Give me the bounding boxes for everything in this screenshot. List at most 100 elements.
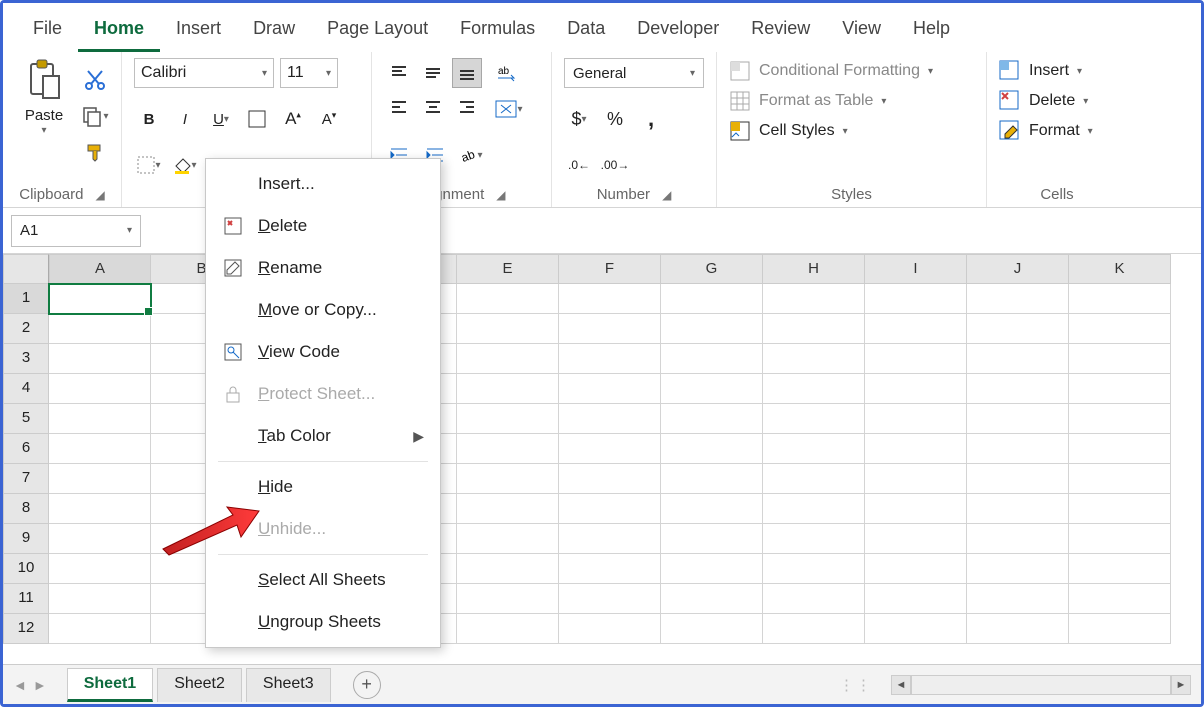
- cell[interactable]: [457, 374, 559, 404]
- bold-button[interactable]: B: [134, 104, 164, 134]
- column-header[interactable]: G: [661, 254, 763, 284]
- cell[interactable]: [763, 554, 865, 584]
- cell[interactable]: [865, 614, 967, 644]
- cell[interactable]: [967, 554, 1069, 584]
- insert-cells-button[interactable]: Insert▾: [999, 60, 1093, 82]
- row-header[interactable]: 6: [3, 434, 49, 464]
- column-header[interactable]: E: [457, 254, 559, 284]
- row-header[interactable]: 5: [3, 404, 49, 434]
- cell[interactable]: [1069, 494, 1171, 524]
- borders-button[interactable]: ▾: [134, 150, 164, 180]
- cell[interactable]: [49, 584, 151, 614]
- column-header[interactable]: A: [49, 254, 151, 284]
- cell[interactable]: [457, 404, 559, 434]
- dialog-launcher-icon[interactable]: ◢: [662, 188, 671, 202]
- cell[interactable]: [559, 344, 661, 374]
- row-header[interactable]: 9: [3, 524, 49, 554]
- cell[interactable]: [49, 284, 151, 314]
- tab-insert[interactable]: Insert: [160, 11, 237, 52]
- number-format-select[interactable]: General▾: [564, 58, 704, 88]
- ctx-move-copy[interactable]: Move or Copy...: [206, 289, 440, 331]
- cell[interactable]: [763, 464, 865, 494]
- row-header[interactable]: 10: [3, 554, 49, 584]
- cell[interactable]: [967, 284, 1069, 314]
- cell[interactable]: [1069, 344, 1171, 374]
- column-header[interactable]: H: [763, 254, 865, 284]
- decrease-font-button[interactable]: A▾: [314, 104, 344, 134]
- delete-cells-button[interactable]: Delete▾: [999, 90, 1093, 112]
- select-all-corner[interactable]: [3, 254, 49, 284]
- cell[interactable]: [661, 404, 763, 434]
- cell[interactable]: [661, 584, 763, 614]
- cell[interactable]: [1069, 584, 1171, 614]
- cell[interactable]: [49, 464, 151, 494]
- cell[interactable]: [661, 374, 763, 404]
- tab-review[interactable]: Review: [735, 11, 826, 52]
- fill-color-button[interactable]: ▾: [170, 150, 200, 180]
- spreadsheet-grid[interactable]: ABCDEFGHIJK 123456789101112: [3, 254, 1201, 644]
- tab-home[interactable]: Home: [78, 11, 160, 52]
- align-right-button[interactable]: [452, 92, 482, 122]
- percent-button[interactable]: %: [600, 104, 630, 134]
- cell[interactable]: [1069, 464, 1171, 494]
- align-bottom-button[interactable]: [452, 58, 482, 88]
- cut-button[interactable]: [81, 66, 109, 94]
- cell[interactable]: [865, 494, 967, 524]
- ctx-tab-color[interactable]: Tab Color ▶: [206, 415, 440, 457]
- decrease-decimal-button[interactable]: .00→: [600, 150, 630, 180]
- cell[interactable]: [559, 464, 661, 494]
- ctx-ungroup[interactable]: Ungroup Sheets: [206, 601, 440, 643]
- row-header[interactable]: 7: [3, 464, 49, 494]
- tab-file[interactable]: File: [17, 11, 78, 52]
- cell[interactable]: [457, 314, 559, 344]
- cell[interactable]: [661, 314, 763, 344]
- font-name-select[interactable]: Calibri▾: [134, 58, 274, 88]
- cell[interactable]: [763, 584, 865, 614]
- cell[interactable]: [865, 344, 967, 374]
- row-header[interactable]: 2: [3, 314, 49, 344]
- cell[interactable]: [967, 584, 1069, 614]
- format-painter-button[interactable]: [81, 138, 109, 166]
- cell[interactable]: [49, 614, 151, 644]
- cell[interactable]: [1069, 554, 1171, 584]
- cell[interactable]: [661, 284, 763, 314]
- dialog-launcher-icon[interactable]: ◢: [95, 188, 104, 202]
- sheet-tab-3[interactable]: Sheet3: [246, 668, 331, 702]
- cell[interactable]: [661, 554, 763, 584]
- cell[interactable]: [865, 584, 967, 614]
- increase-font-button[interactable]: A▴: [278, 104, 308, 134]
- cell[interactable]: [559, 284, 661, 314]
- align-left-button[interactable]: [384, 92, 414, 122]
- cell[interactable]: [559, 554, 661, 584]
- increase-decimal-button[interactable]: .0←: [564, 150, 594, 180]
- align-top-button[interactable]: [384, 58, 414, 88]
- splitter-handle[interactable]: ⋮⋮: [839, 676, 873, 694]
- cell[interactable]: [967, 404, 1069, 434]
- cell[interactable]: [457, 614, 559, 644]
- border-button[interactable]: [242, 104, 272, 134]
- format-cells-button[interactable]: Format▾: [999, 120, 1093, 142]
- cell[interactable]: [49, 524, 151, 554]
- sheet-nav-next[interactable]: ►: [33, 677, 47, 693]
- cell[interactable]: [457, 434, 559, 464]
- merge-button[interactable]: ▾: [494, 94, 524, 124]
- tab-data[interactable]: Data: [551, 11, 621, 52]
- comma-button[interactable]: ,: [636, 104, 666, 134]
- row-header[interactable]: 11: [3, 584, 49, 614]
- cell[interactable]: [1069, 524, 1171, 554]
- sheet-tab-1[interactable]: Sheet1: [67, 668, 153, 702]
- cell[interactable]: [49, 374, 151, 404]
- cell[interactable]: [49, 434, 151, 464]
- tab-draw[interactable]: Draw: [237, 11, 311, 52]
- cell[interactable]: [1069, 314, 1171, 344]
- tab-help[interactable]: Help: [897, 11, 966, 52]
- cell[interactable]: [49, 404, 151, 434]
- column-header[interactable]: J: [967, 254, 1069, 284]
- cell[interactable]: [49, 344, 151, 374]
- cell[interactable]: [559, 584, 661, 614]
- ctx-delete[interactable]: Delete: [206, 205, 440, 247]
- cell[interactable]: [661, 524, 763, 554]
- align-middle-button[interactable]: [418, 58, 448, 88]
- cell[interactable]: [967, 344, 1069, 374]
- cell[interactable]: [457, 584, 559, 614]
